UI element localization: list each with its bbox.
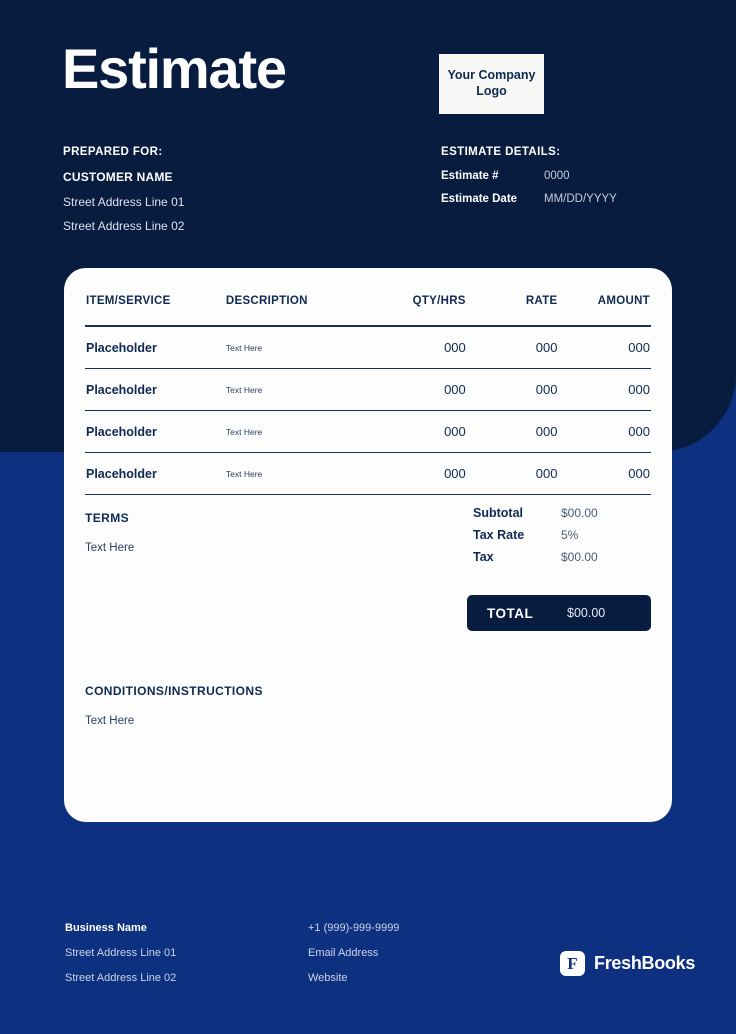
row-description: Text Here (224, 326, 375, 369)
prepared-for-section: PREPARED FOR: CUSTOMER NAME Street Addre… (63, 146, 393, 243)
row-amount: 000 (558, 326, 651, 369)
row-description: Text Here (224, 410, 375, 453)
freshbooks-logo[interactable]: F FreshBooks (560, 951, 695, 976)
freshbooks-mark-icon: F (560, 951, 585, 976)
terms-text[interactable]: Text Here (85, 542, 385, 554)
footer-email[interactable]: Email Address (308, 947, 508, 959)
footer-business-name: Business Name (65, 922, 147, 934)
row-description: Text Here (224, 452, 375, 495)
terms-section: TERMS Text Here (85, 511, 385, 554)
customer-address-line-2: Street Address Line 02 (63, 219, 185, 233)
conditions-section: CONDITIONS/INSTRUCTIONS Text Here (85, 684, 505, 727)
prepared-for-heading: PREPARED FOR: (63, 146, 163, 158)
totals-section: Subtotal $00.00 Tax Rate 5% Tax $00.00 (473, 506, 653, 572)
total-value: $00.00 (567, 606, 606, 620)
footer-contact-column: +1 (999)-999-9999 Email Address Website (308, 922, 508, 997)
company-logo-placeholder[interactable]: Your Company Logo (439, 54, 544, 114)
estimate-document: Estimate Your Company Logo PREPARED FOR:… (0, 0, 736, 1034)
footer-business-column: Business Name Street Address Line 01 Str… (65, 922, 295, 997)
footer-address-line-2: Street Address Line 02 (65, 972, 177, 984)
row-rate: 000 (466, 326, 559, 369)
estimate-date-value[interactable]: MM/DD/YYYY (544, 193, 617, 205)
table-row[interactable]: Placeholder Text Here 000 000 000 (85, 326, 651, 369)
estimate-number-label: Estimate # (441, 170, 499, 182)
estimate-details-section: ESTIMATE DETAILS: Estimate # 0000 Estima… (441, 146, 701, 216)
tax-row: Tax $00.00 (473, 550, 653, 564)
subtotal-value: $00.00 (561, 506, 598, 520)
freshbooks-wordmark: FreshBooks (594, 953, 696, 973)
estimate-date-label: Estimate Date (441, 193, 518, 205)
estimate-card: ITEM/SERVICE DESCRIPTION QTY/HRS RATE AM… (64, 268, 672, 822)
table-row[interactable]: Placeholder Text Here 000 000 000 (85, 452, 651, 495)
footer-website[interactable]: Website (308, 972, 508, 984)
conditions-heading: CONDITIONS/INSTRUCTIONS (85, 684, 263, 698)
tax-rate-label: Tax Rate (473, 528, 525, 542)
column-header-rate: RATE (525, 295, 558, 307)
row-item: Placeholder (85, 368, 225, 411)
row-qty: 000 (374, 368, 467, 411)
customer-name: CUSTOMER NAME (63, 170, 173, 184)
total-label: TOTAL (487, 605, 534, 621)
column-header-qty: QTY/HRS (412, 295, 466, 307)
estimate-details-heading: ESTIMATE DETAILS: (441, 146, 561, 158)
column-header-amount: AMOUNT (597, 295, 650, 307)
estimate-number-value[interactable]: 0000 (544, 170, 570, 182)
row-description: Text Here (224, 368, 375, 411)
tax-value: $00.00 (561, 550, 598, 564)
row-rate: 000 (466, 368, 559, 411)
tax-rate-row: Tax Rate 5% (473, 528, 653, 542)
card-content: ITEM/SERVICE DESCRIPTION QTY/HRS RATE AM… (85, 268, 651, 822)
row-item: Placeholder (85, 326, 225, 369)
tax-rate-value[interactable]: 5% (561, 528, 578, 542)
page-title: Estimate (62, 37, 287, 100)
estimate-number-row: Estimate # 0000 (441, 170, 701, 182)
table-row[interactable]: Placeholder Text Here 000 000 000 (85, 410, 651, 453)
row-item: Placeholder (85, 452, 225, 495)
row-qty: 000 (374, 452, 467, 495)
footer-phone[interactable]: +1 (999)-999-9999 (308, 922, 508, 934)
subtotal-label: Subtotal (473, 506, 523, 520)
column-header-description: DESCRIPTION (225, 295, 308, 307)
row-amount: 000 (558, 452, 651, 495)
row-qty: 000 (374, 326, 467, 369)
column-header-item: ITEM/SERVICE (86, 295, 171, 307)
table-row[interactable]: Placeholder Text Here 000 000 000 (85, 368, 651, 411)
table-header-row: ITEM/SERVICE DESCRIPTION QTY/HRS RATE AM… (85, 294, 651, 326)
tax-label: Tax (473, 550, 494, 564)
row-rate: 000 (466, 410, 559, 453)
footer-address-line-1: Street Address Line 01 (65, 947, 177, 959)
estimate-date-row: Estimate Date MM/DD/YYYY (441, 193, 701, 205)
conditions-text[interactable]: Text Here (85, 715, 505, 727)
terms-heading: TERMS (85, 511, 129, 525)
total-bar: TOTAL $00.00 (467, 595, 651, 631)
customer-address-line-1: Street Address Line 01 (63, 195, 185, 209)
subtotal-row: Subtotal $00.00 (473, 506, 653, 520)
row-qty: 000 (374, 410, 467, 453)
row-rate: 000 (466, 452, 559, 495)
row-amount: 000 (558, 410, 651, 453)
freshbooks-mark-letter: F (567, 953, 578, 973)
row-amount: 000 (558, 368, 651, 411)
line-items-table: ITEM/SERVICE DESCRIPTION QTY/HRS RATE AM… (85, 294, 651, 495)
row-item: Placeholder (85, 410, 225, 453)
company-logo-label: Your Company Logo (447, 68, 536, 98)
